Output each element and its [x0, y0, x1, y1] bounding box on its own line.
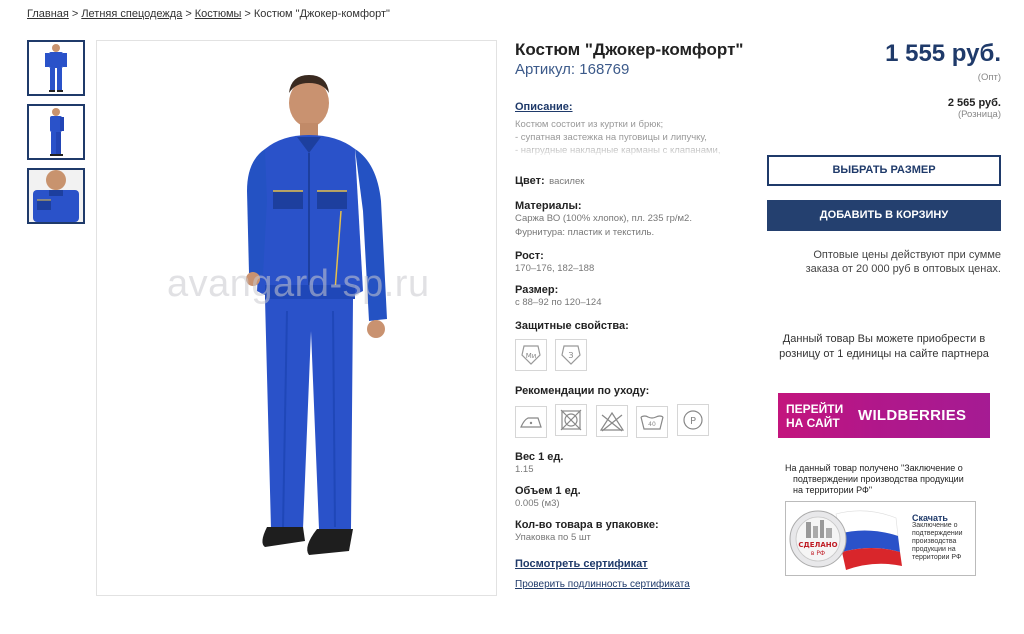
iron-icon	[515, 406, 547, 438]
dry-clean-p-icon: P	[676, 404, 709, 436]
sku-value: 168769	[579, 61, 630, 78]
sku-label: Артикул:	[515, 61, 576, 78]
conclusion-text: На данный товар получено "Заключение о п…	[785, 463, 985, 496]
wb-goto-line: НА САЙТ	[786, 415, 840, 430]
conclusion-line: на территории РФ"	[793, 485, 873, 495]
product-title: Костюм "Джокер-комфорт"	[515, 40, 744, 59]
made-line: производства	[912, 538, 957, 545]
materials-label: Материалы:	[515, 200, 582, 212]
wholesale-note-line: заказа от 20 000 руб в оптовых ценах.	[805, 263, 1001, 275]
made-badge-line: в РФ	[811, 550, 825, 557]
size-block: Размер: с 88–92 по 120–124	[515, 284, 760, 310]
protection-label: Защитные свойства:	[515, 320, 629, 332]
volume-block: Объем 1 ед. 0.005 (м3)	[515, 485, 760, 511]
breadcrumb-separator: >	[244, 8, 251, 20]
made-line: продукции на	[912, 546, 956, 553]
protection-icon-label: З	[569, 351, 574, 360]
materials-line: Саржа ВО (100% хлопок), пл. 235 гр/м2.	[515, 213, 692, 224]
color-value: василек	[549, 176, 585, 187]
pack-label: Кол-во товара в упаковке:	[515, 519, 659, 531]
conclusion-line: подтверждении производства продукции	[793, 474, 964, 484]
watermark: avangard-sp.ru	[167, 263, 430, 305]
protection-z-icon: З	[555, 339, 588, 371]
retail-price-note: (Розница)	[957, 109, 1001, 120]
buy-panel: 1 555 руб. (Опт) 2 565 руб. (Розница) ВЫ…	[767, 40, 1001, 362]
wildberries-banner[interactable]: ПЕРЕЙТИ НА САЙТ WILDBERRIES	[778, 393, 990, 438]
description-toggle[interactable]: Описание:	[515, 101, 573, 113]
description-text: Костюм состоит из куртки и брюк; - супат…	[515, 118, 760, 158]
product-info: Костюм "Джокер-комфорт" Артикул: 168769 …	[515, 40, 760, 592]
wholesale-note-line: Оптовые цены действуют при сумме	[813, 249, 1001, 261]
size-value: с 88–92 по 120–124	[515, 297, 602, 308]
no-bleach-icon	[595, 405, 628, 437]
svg-text:40: 40	[649, 421, 657, 428]
wholesale-price-note: (Опт)	[977, 72, 1001, 83]
wb-goto-line: ПЕРЕЙТИ	[786, 401, 844, 416]
no-tumble-dry-icon	[555, 404, 588, 436]
breadcrumb-home[interactable]: Главная	[27, 8, 69, 20]
color-label: Цвет:	[515, 175, 545, 187]
protection-block: Защитные свойства: Ми З	[515, 320, 760, 372]
wb-goto-label: ПЕРЕЙТИ НА САЙТ	[778, 402, 858, 430]
breadcrumb-suits[interactable]: Костюмы	[195, 8, 242, 20]
made-line: территории РФ	[912, 554, 962, 561]
select-size-button[interactable]: ВЫБРАТЬ РАЗМЕР	[767, 155, 1001, 186]
thumbnail-list	[27, 40, 85, 232]
breadcrumb-separator: >	[71, 8, 79, 20]
retail-price: 2 565 руб.	[947, 97, 1001, 109]
pack-block: Кол-во товара в упаковке: Упаковка по 5 …	[515, 519, 760, 545]
partner-text: Данный товар Вы можете приобрести в розн…	[767, 332, 1001, 362]
materials-line: Фурнитура: пластик и текстиль.	[515, 227, 655, 238]
volume-value: 0.005 (м3)	[515, 498, 560, 509]
wash-40-icon: 40	[636, 406, 669, 438]
height-block: Рост: 170–176, 182–188	[515, 250, 760, 276]
made-download-text: Скачать Заключение о подтверждении произ…	[912, 514, 974, 562]
made-in-russia-emblem: СДЕЛАНО в РФ	[789, 510, 902, 570]
verify-certificate-link[interactable]: Проверить подлинность сертификата	[515, 579, 690, 590]
weight-label: Вес 1 ед.	[515, 451, 564, 463]
care-label: Рекомендации по уходу:	[515, 385, 650, 397]
height-label: Рост:	[515, 250, 544, 262]
volume-label: Объем 1 ед.	[515, 485, 581, 497]
thumbnail-detail[interactable]	[27, 168, 85, 224]
protection-icon-label: Ми	[526, 352, 537, 360]
height-value: 170–176, 182–188	[515, 263, 595, 274]
description-line: Костюм состоит из куртки и брюк;	[515, 119, 664, 130]
weight-block: Вес 1 ед. 1.15	[515, 451, 760, 477]
made-in-russia-download[interactable]: СДЕЛАНО в РФ Скачать Заключение о подтве…	[785, 501, 976, 576]
wildberries-logo: WILDBERRIES	[858, 407, 967, 424]
description-line: - супатная застежка на пуговицы и липучк…	[515, 132, 707, 143]
made-badge-line: СДЕЛАНО	[798, 541, 837, 549]
wholesale-note: Оптовые цены действуют при сумме заказа …	[767, 248, 1001, 276]
partner-text-line: розницу от 1 единицы на сайте партнера	[779, 348, 989, 360]
thumbnail-side[interactable]	[27, 104, 85, 160]
wholesale-price: 1 555 руб.	[885, 40, 1001, 67]
breadcrumb-summer-workwear[interactable]: Летняя спецодежда	[81, 8, 182, 20]
color-row: Цвет: василек	[515, 171, 760, 189]
add-to-cart-button[interactable]: ДОБАВИТЬ В КОРЗИНУ	[767, 200, 1001, 231]
protection-mi-icon: Ми	[515, 339, 547, 371]
partner-text-line: Данный товар Вы можете приобрести в	[782, 333, 986, 345]
made-line: Заключение о	[912, 522, 958, 529]
product-sku: Артикул: 168769	[515, 61, 760, 78]
materials-block: Материалы: Саржа ВО (100% хлопок), пл. 2…	[515, 200, 760, 240]
breadcrumb: Главная > Летняя спецодежда > Костюмы > Костюм…	[27, 8, 390, 20]
breadcrumb-separator: >	[185, 8, 192, 20]
care-block: Рекомендации по уходу: 40 P	[515, 385, 760, 438]
weight-value: 1.15	[515, 464, 534, 475]
thumbnail-front[interactable]	[27, 40, 85, 96]
breadcrumb-current: Костюм "Джокер-комфорт"	[253, 8, 390, 20]
made-line: подтверждении	[912, 530, 963, 537]
pack-value: Упаковка по 5 шт	[515, 532, 591, 543]
view-certificate-link[interactable]: Посмотреть сертификат	[515, 558, 648, 570]
svg-text:P: P	[690, 416, 696, 427]
size-label: Размер:	[515, 284, 559, 296]
model-figure	[246, 75, 387, 555]
description-line: - нагрудные накладные карманы с клапанам…	[515, 145, 721, 156]
conclusion-line: На данный товар получено "Заключение о	[785, 463, 963, 473]
download-link[interactable]: Скачать	[912, 514, 974, 523]
product-image[interactable]: avangard-sp.ru	[96, 40, 497, 596]
